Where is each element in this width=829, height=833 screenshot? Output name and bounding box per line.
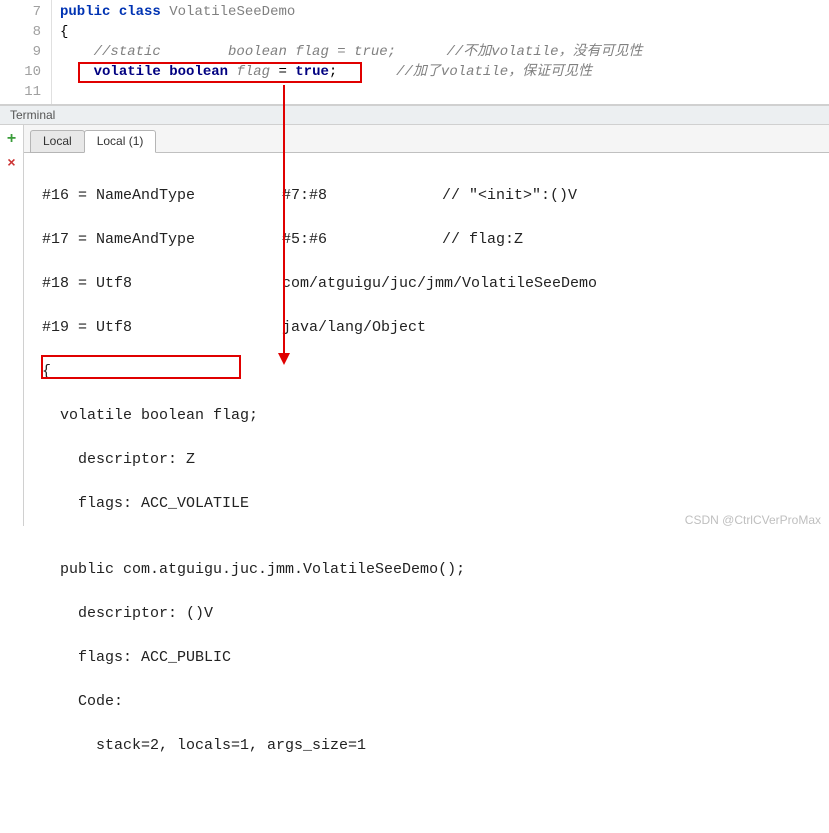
terminal-tabs: Local Local (1) xyxy=(24,125,829,153)
code-line-8: { xyxy=(60,22,829,42)
terminal-sidebar: + × xyxy=(0,125,24,526)
table-row: #16 = NameAndType#7:#8// "<init>":()V xyxy=(42,185,811,207)
line-number: 10 xyxy=(0,62,41,82)
output-line: volatile boolean flag; xyxy=(42,405,811,427)
line-number: 8 xyxy=(0,22,41,42)
table-row: #17 = NameAndType#5:#6// flag:Z xyxy=(42,229,811,251)
output-line: stack=2, locals=1, args_size=1 xyxy=(42,735,811,757)
code-line-7: public class VolatileSeeDemo xyxy=(60,2,829,22)
output-line: { xyxy=(42,361,811,383)
terminal-output[interactable]: #16 = NameAndType#7:#8// "<init>":()V #1… xyxy=(24,153,829,833)
tab-local-1[interactable]: Local (1) xyxy=(84,130,157,153)
close-icon[interactable]: × xyxy=(7,157,15,171)
watermark: CSDN @CtrlCVerProMax xyxy=(685,513,821,527)
terminal-body: Local Local (1) #16 = NameAndType#7:#8//… xyxy=(24,125,829,526)
output-line: flags: ACC_PUBLIC xyxy=(42,647,811,669)
output-line: public com.atguigu.juc.jmm.VolatileSeeDe… xyxy=(42,559,811,581)
line-number: 11 xyxy=(0,82,41,102)
output-line: Code: xyxy=(42,691,811,713)
tab-local[interactable]: Local xyxy=(30,130,85,153)
code-line-11 xyxy=(60,82,829,102)
line-gutter: 7 8 9 10 11 xyxy=(0,0,52,104)
code-line-10: volatile boolean flag = true; //加了volati… xyxy=(60,62,829,82)
table-row: #18 = Utf8com/atguigu/juc/jmm/VolatileSe… xyxy=(42,273,811,295)
line-number: 7 xyxy=(0,2,41,22)
table-row: #19 = Utf8java/lang/Object xyxy=(42,317,811,339)
terminal-panel-title: Terminal xyxy=(0,105,829,125)
code-area[interactable]: public class VolatileSeeDemo { //static … xyxy=(52,0,829,104)
output-line: flags: ACC_VOLATILE xyxy=(42,493,811,515)
terminal-panel: + × Local Local (1) #16 = NameAndType#7:… xyxy=(0,125,829,526)
line-number: 9 xyxy=(0,42,41,62)
output-line: descriptor: Z xyxy=(42,449,811,471)
output-line: descriptor: ()V xyxy=(42,603,811,625)
plus-icon[interactable]: + xyxy=(7,131,17,147)
code-editor: 7 8 9 10 11 public class VolatileSeeDemo… xyxy=(0,0,829,105)
code-line-9: //static boolean flag = true; //不加volati… xyxy=(60,42,829,62)
